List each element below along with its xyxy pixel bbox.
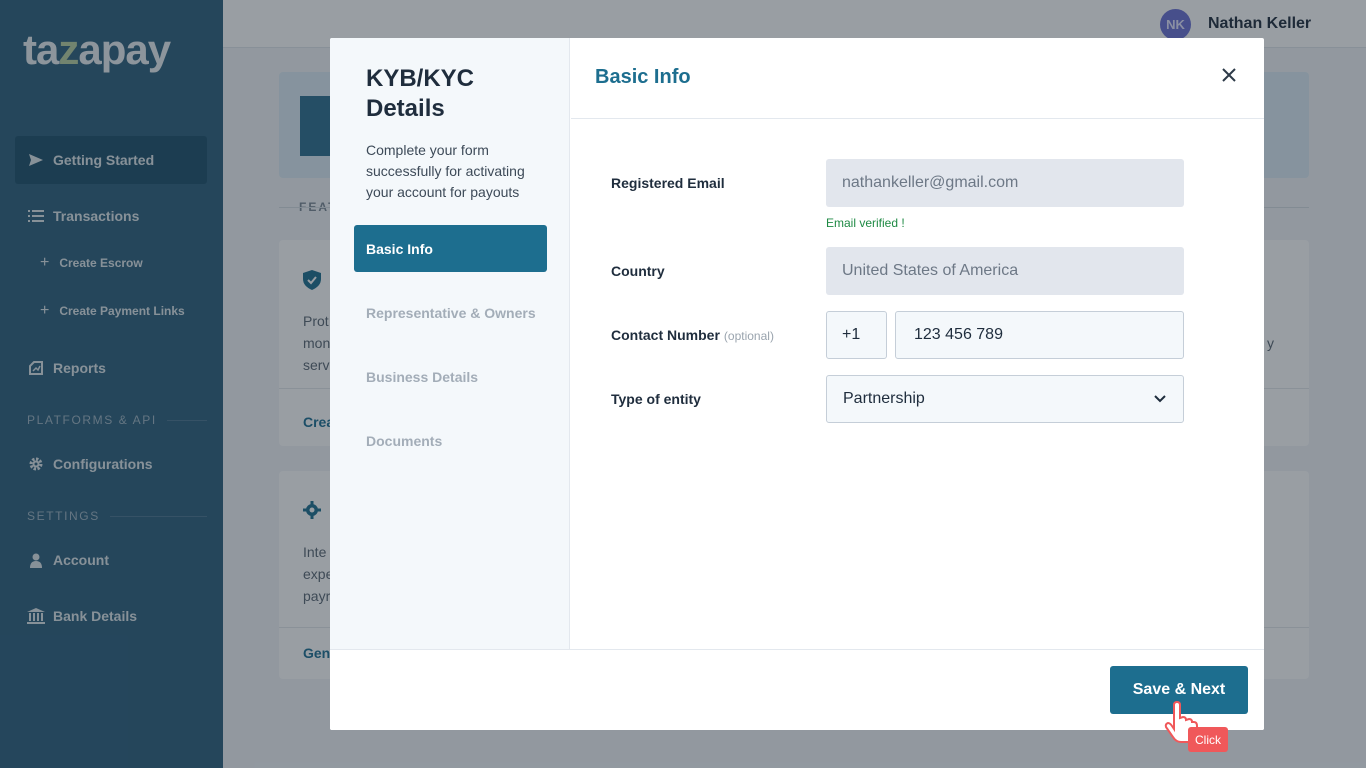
modal-steps-panel: KYB/KYC Details Complete your form succe… bbox=[330, 38, 570, 649]
phone-input[interactable]: 123 456 789 bbox=[895, 311, 1184, 359]
step-representative-owners[interactable]: Representative & Owners bbox=[354, 289, 547, 336]
kyc-modal: KYB/KYC Details Complete your form succe… bbox=[330, 38, 1264, 730]
email-verified-text: Email verified ! bbox=[826, 216, 905, 230]
modal-description: Complete your form successfully for acti… bbox=[366, 142, 525, 200]
country-label: Country bbox=[611, 263, 665, 279]
entity-type-select[interactable]: Partnership bbox=[826, 375, 1184, 423]
dial-code-field[interactable]: +1 bbox=[826, 311, 887, 359]
country-field: United States of America bbox=[826, 247, 1184, 295]
step-business-details[interactable]: Business Details bbox=[354, 353, 547, 400]
chevron-down-icon bbox=[1153, 392, 1167, 411]
click-indicator: Click bbox=[1188, 727, 1228, 752]
close-icon bbox=[1222, 67, 1236, 87]
modal-title: KYB/KYC Details bbox=[366, 65, 475, 122]
optional-hint: (optional) bbox=[723, 329, 774, 343]
entity-label: Type of entity bbox=[611, 391, 701, 407]
contact-label: Contact Number (optional) bbox=[611, 327, 774, 343]
step-basic-info[interactable]: Basic Info bbox=[354, 225, 547, 272]
modal-header: Basic Info bbox=[571, 38, 1264, 119]
email-label: Registered Email bbox=[611, 175, 725, 191]
email-field: nathankeller@gmail.com bbox=[826, 159, 1184, 207]
close-button[interactable] bbox=[1218, 66, 1240, 88]
step-documents[interactable]: Documents bbox=[354, 417, 547, 464]
section-title: Basic Info bbox=[595, 66, 691, 88]
entity-selected-value: Partnership bbox=[843, 390, 925, 407]
